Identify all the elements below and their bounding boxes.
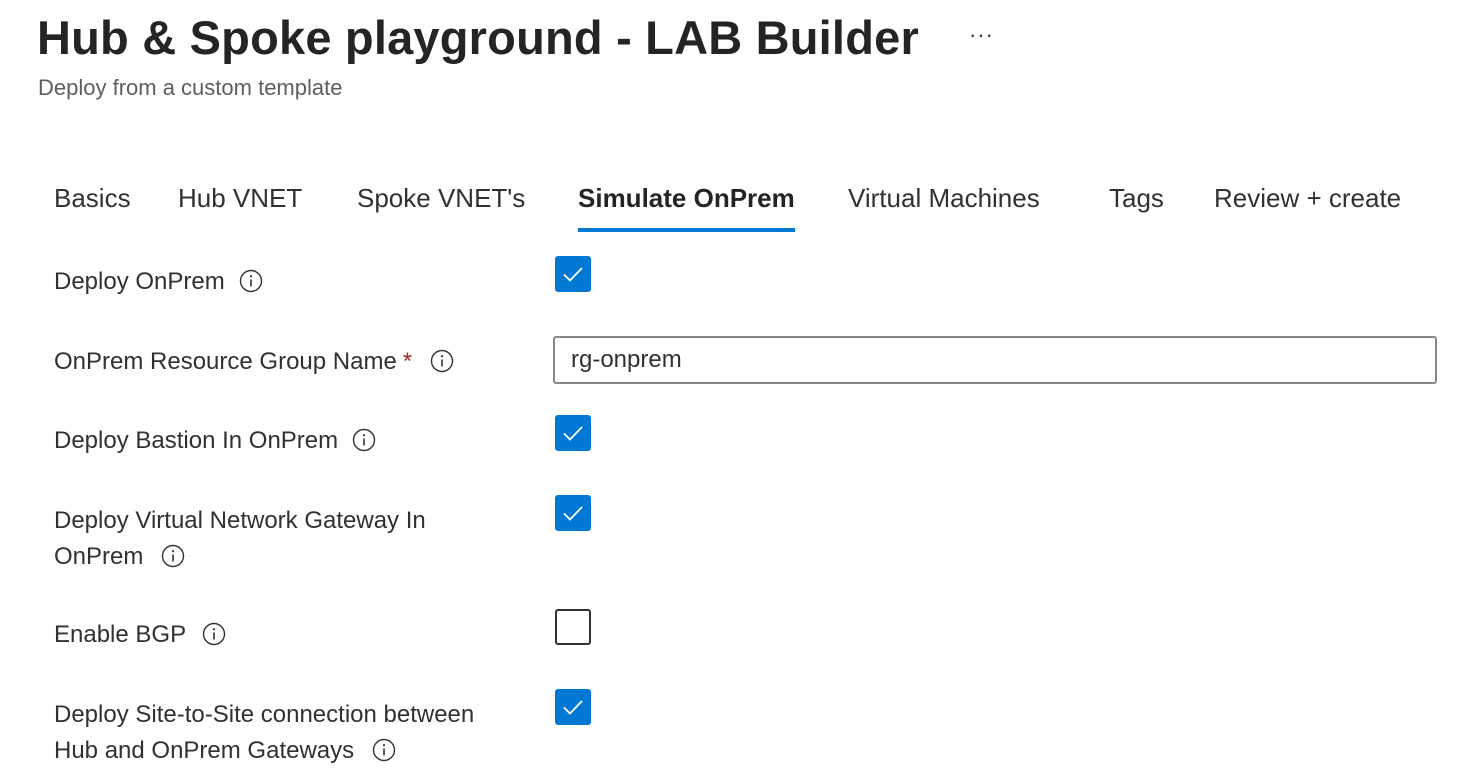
deploy-vng-label-line2: OnPrem xyxy=(54,543,144,570)
tab-basics[interactable]: Basics xyxy=(54,178,131,232)
deploy-s2s-label-line1: Deploy Site-to-Site connection between xyxy=(54,701,475,728)
tab-spoke-vnets[interactable]: Spoke VNET's xyxy=(357,178,525,232)
enable-bgp-checkbox[interactable] xyxy=(555,609,591,645)
deploy-bastion-checkbox[interactable] xyxy=(555,415,591,451)
deploy-vng-label-line1: Deploy Virtual Network Gateway In xyxy=(54,507,426,534)
more-ellipsis-icon[interactable]: ··· xyxy=(969,22,994,48)
rg-name-label-row: OnPrem Resource Group Name * xyxy=(54,344,524,380)
deploy-s2s-checkbox[interactable] xyxy=(555,689,591,725)
deploy-onprem-checkbox[interactable] xyxy=(555,256,591,292)
deploy-s2s-label-line2-row: Hub and OnPrem Gateways xyxy=(54,733,524,769)
deploy-vng-checkbox[interactable] xyxy=(555,495,591,531)
page-title: Hub & Spoke playground - LAB Builder xyxy=(37,11,919,64)
deploy-bastion-label-row: Deploy Bastion In OnPrem xyxy=(54,423,524,459)
info-icon[interactable] xyxy=(202,622,226,646)
tab-simulate-onprem[interactable]: Simulate OnPrem xyxy=(578,178,795,232)
tab-tags[interactable]: Tags xyxy=(1109,178,1164,232)
tab-virtual-machines[interactable]: Virtual Machines xyxy=(848,178,1040,232)
checkmark-icon xyxy=(563,426,583,441)
deploy-vng-label-line2-row: OnPrem xyxy=(54,539,524,575)
info-icon[interactable] xyxy=(161,544,185,568)
page-subtitle: Deploy from a custom template xyxy=(38,75,343,100)
required-asterisk: * xyxy=(402,348,413,375)
enable-bgp-label: Enable BGP xyxy=(54,621,187,648)
rg-name-label: OnPrem Resource Group Name xyxy=(54,348,397,375)
deploy-s2s-label-row: Deploy Site-to-Site connection between H… xyxy=(54,697,524,769)
rg-name-input[interactable] xyxy=(553,336,1437,384)
deploy-onprem-label: Deploy OnPrem xyxy=(54,268,225,295)
checkmark-icon xyxy=(563,506,583,521)
deploy-vng-label-row: Deploy Virtual Network Gateway In OnPrem xyxy=(54,503,524,575)
info-icon[interactable] xyxy=(239,269,263,293)
tab-review-create[interactable]: Review + create xyxy=(1214,178,1401,232)
info-icon[interactable] xyxy=(352,428,376,452)
tab-hub-vnet[interactable]: Hub VNET xyxy=(178,178,302,232)
info-icon[interactable] xyxy=(430,349,454,373)
checkmark-icon xyxy=(563,700,583,715)
checkmark-icon xyxy=(563,267,583,282)
title-row: Hub & Spoke playground - LAB Builder ··· xyxy=(37,10,994,65)
page: Hub & Spoke playground - LAB Builder ···… xyxy=(0,0,1484,774)
enable-bgp-label-row: Enable BGP xyxy=(54,617,524,653)
tab-bar: Basics Hub VNET Spoke VNET's Simulate On… xyxy=(0,178,1484,234)
deploy-bastion-label: Deploy Bastion In OnPrem xyxy=(54,427,339,454)
info-icon[interactable] xyxy=(372,738,396,762)
deploy-onprem-label-row: Deploy OnPrem xyxy=(54,264,524,300)
deploy-s2s-label-line2: Hub and OnPrem Gateways xyxy=(54,737,355,764)
